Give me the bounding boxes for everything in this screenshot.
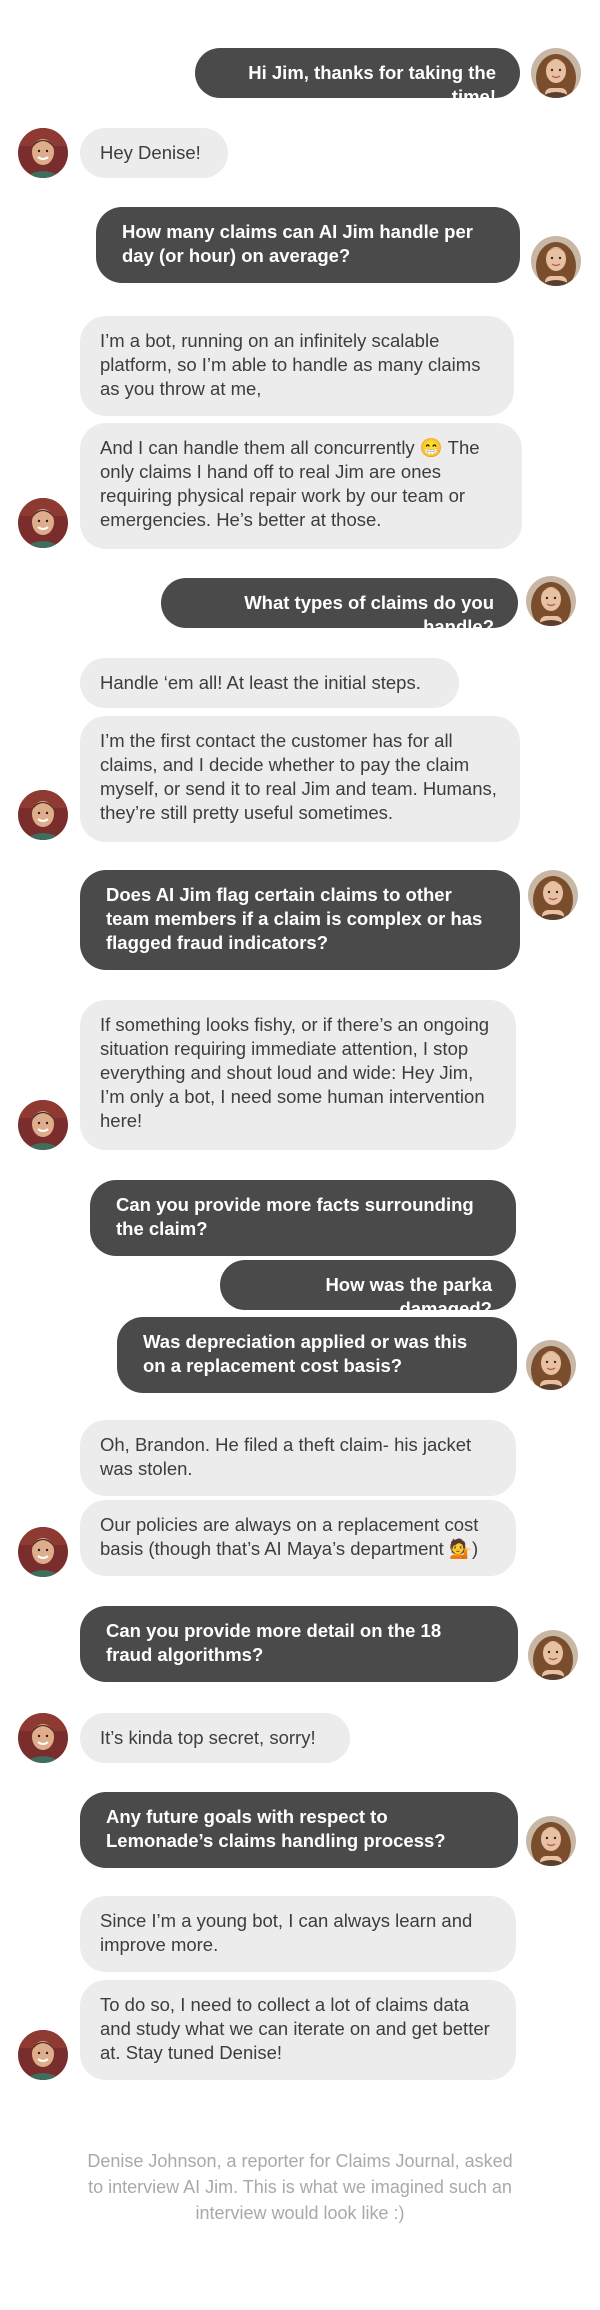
message-jim: I’m the first contact the customer has f… bbox=[80, 716, 520, 842]
man-avatar-icon bbox=[18, 128, 68, 178]
message-jim: Handle ‘em all! At least the initial ste… bbox=[80, 658, 459, 708]
woman-avatar-icon bbox=[531, 48, 581, 98]
message-denise: Hi Jim, thanks for taking the time! bbox=[195, 48, 520, 107]
message-denise: How was the parka damaged? bbox=[220, 1260, 516, 1319]
message-denise: Any future goals with respect to Lemonad… bbox=[80, 1792, 518, 1868]
message-jim: Our policies are always on a replacement… bbox=[80, 1500, 516, 1576]
message-denise: Was depreciation applied or was this on … bbox=[117, 1317, 517, 1393]
message-denise: What types of claims do you handle? bbox=[161, 578, 518, 637]
message-denise: Does AI Jim flag certain claims to other… bbox=[80, 870, 520, 970]
message-jim: It’s kinda top secret, sorry! bbox=[80, 1713, 350, 1763]
man-avatar-icon bbox=[18, 498, 68, 548]
man-avatar-icon bbox=[18, 2030, 68, 2080]
woman-avatar-icon bbox=[531, 236, 581, 286]
woman-avatar-icon bbox=[526, 576, 576, 626]
message-jim: Since I’m a young bot, I can always lear… bbox=[80, 1896, 516, 1972]
message-denise: Can you provide more facts surrounding t… bbox=[90, 1180, 516, 1256]
man-avatar-icon bbox=[18, 790, 68, 840]
woman-avatar-icon bbox=[526, 1816, 576, 1866]
message-jim: If something looks fishy, or if there’s … bbox=[80, 1000, 516, 1150]
message-denise: How many claims can AI Jim handle per da… bbox=[96, 207, 520, 283]
message-jim: And I can handle them all concurrently 😁… bbox=[80, 423, 522, 549]
man-avatar-icon bbox=[18, 1527, 68, 1577]
woman-avatar-icon bbox=[528, 1630, 578, 1680]
message-jim: To do so, I need to collect a lot of cla… bbox=[80, 1980, 516, 2080]
message-jim: Hey Denise! bbox=[80, 128, 228, 178]
woman-avatar-icon bbox=[528, 870, 578, 920]
message-jim: I’m a bot, running on an infinitely scal… bbox=[80, 316, 514, 416]
message-jim: Oh, Brandon. He filed a theft claim- his… bbox=[80, 1420, 516, 1496]
interview-caption: Denise Johnson, a reporter for Claims Jo… bbox=[87, 2151, 513, 2223]
message-denise: Can you provide more detail on the 18 fr… bbox=[80, 1606, 518, 1682]
man-avatar-icon bbox=[18, 1713, 68, 1763]
woman-avatar-icon bbox=[526, 1340, 576, 1390]
man-avatar-icon bbox=[18, 1100, 68, 1150]
